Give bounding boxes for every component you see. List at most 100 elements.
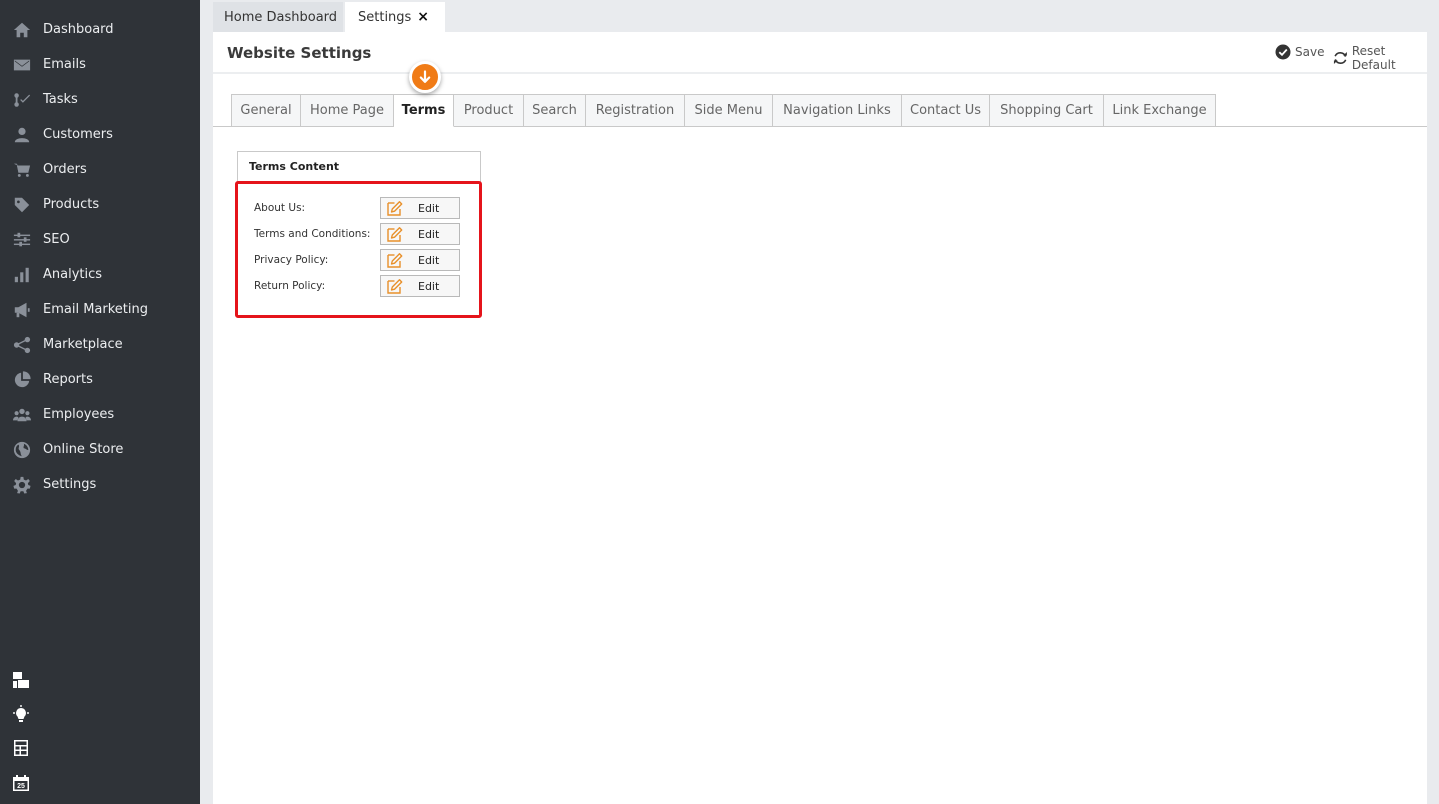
sidebar-item-analytics[interactable]: Analytics	[0, 257, 200, 292]
sidebar-item-label: Online Store	[43, 442, 124, 457]
tab-label: General	[240, 103, 292, 118]
sidebar-item-employees[interactable]: Employees	[0, 397, 200, 432]
edit-pencil-icon	[387, 227, 403, 242]
terms-content-box: Terms Content	[237, 151, 481, 185]
term-row-terms-and-conditions: Terms and Conditions: Edit	[254, 223, 464, 245]
sidebar-item-email-marketing[interactable]: Email Marketing	[0, 292, 200, 327]
tab-contact-us[interactable]: Contact Us	[902, 94, 990, 127]
settings-panel: Website Settings Save Reset Default Gene…	[213, 32, 1427, 804]
save-button[interactable]: Save	[1275, 44, 1324, 60]
sidebar-item-tasks[interactable]: Tasks	[0, 82, 200, 117]
windows-icon[interactable]	[12, 671, 30, 689]
edit-pencil-icon	[387, 201, 403, 216]
sidebar-item-label: Customers	[43, 127, 113, 142]
sidebar-item-seo[interactable]: SEO	[0, 222, 200, 257]
tab-label: Registration	[595, 103, 675, 118]
term-label: About Us:	[254, 202, 306, 214]
term-label: Terms and Conditions:	[254, 228, 371, 240]
save-label: Save	[1295, 45, 1325, 59]
calculator-icon[interactable]	[12, 739, 30, 757]
sidebar-item-label: Orders	[43, 162, 87, 177]
sidebar-item-label: Tasks	[43, 92, 78, 107]
sidebar: Dashboard Emails Tasks Customers Orders …	[0, 0, 200, 804]
panel-header: Website Settings Save Reset Default	[213, 32, 1427, 74]
reset-default-button[interactable]: Reset Default	[1333, 44, 1427, 72]
sidebar-item-label: Reports	[43, 372, 93, 387]
page-title: Website Settings	[227, 44, 372, 62]
edit-pencil-icon	[387, 253, 403, 268]
bar-chart-icon	[12, 265, 32, 285]
sidebar-item-label: Email Marketing	[43, 302, 148, 317]
sidebar-item-dashboard[interactable]: Dashboard	[0, 12, 200, 47]
sidebar-item-reports[interactable]: Reports	[0, 362, 200, 397]
tab-label: Side Menu	[694, 103, 763, 118]
tab-home-dashboard[interactable]: Home Dashboard	[213, 2, 343, 32]
users-icon	[12, 405, 32, 425]
term-label: Privacy Policy:	[254, 254, 329, 266]
tab-link-exchange[interactable]: Link Exchange	[1104, 94, 1216, 127]
arrow-down-icon	[409, 61, 441, 93]
tab-label: Shopping Cart	[1000, 103, 1093, 118]
check-circle-icon	[1275, 44, 1291, 60]
edit-about-us-button[interactable]: Edit	[380, 197, 460, 219]
globe-icon	[12, 440, 32, 460]
reset-default-label: Reset Default	[1351, 44, 1396, 72]
sidebar-item-customers[interactable]: Customers	[0, 117, 200, 152]
cart-icon	[12, 160, 32, 180]
edit-label: Edit	[418, 202, 440, 215]
sidebar-item-label: Settings	[43, 477, 97, 492]
edit-terms-and-conditions-button[interactable]: Edit	[380, 223, 460, 245]
tab-registration[interactable]: Registration	[586, 94, 685, 127]
tab-navigation-links[interactable]: Navigation Links	[773, 94, 902, 127]
edit-privacy-policy-button[interactable]: Edit	[380, 249, 460, 271]
terms-content-title: Terms Content	[249, 160, 340, 173]
sidebar-item-label: Products	[43, 197, 100, 212]
sliders-icon	[12, 230, 32, 250]
calendar-icon[interactable]: 25	[12, 774, 30, 792]
tab-label: Navigation Links	[783, 103, 891, 118]
sidebar-item-label: Analytics	[43, 267, 103, 282]
term-row-about-us: About Us: Edit	[254, 197, 464, 219]
edit-return-policy-button[interactable]: Edit	[380, 275, 460, 297]
sidebar-item-emails[interactable]: Emails	[0, 47, 200, 82]
tab-terms[interactable]: Terms	[394, 94, 454, 127]
pie-chart-icon	[12, 370, 32, 390]
tab-label: Link Exchange	[1112, 103, 1207, 118]
home-icon	[12, 20, 32, 40]
tab-home-page[interactable]: Home Page	[301, 94, 394, 127]
sidebar-item-orders[interactable]: Orders	[0, 152, 200, 187]
sidebar-item-label: Marketplace	[43, 337, 123, 352]
tab-general[interactable]: General	[231, 94, 301, 127]
tab-side-menu[interactable]: Side Menu	[685, 94, 773, 127]
tab-label: Search	[532, 103, 577, 118]
tab-settings[interactable]: Settings ×	[345, 2, 445, 32]
sidebar-item-label: Emails	[43, 57, 86, 72]
sidebar-item-marketplace[interactable]: Marketplace	[0, 327, 200, 362]
tab-label: Product	[463, 103, 514, 118]
sidebar-item-label: Employees	[43, 407, 115, 422]
tasks-icon	[12, 90, 32, 110]
sidebar-item-settings[interactable]: Settings	[0, 467, 200, 502]
sidebar-item-products[interactable]: Products	[0, 187, 200, 222]
tab-shopping-cart[interactable]: Shopping Cart	[990, 94, 1104, 127]
user-icon	[12, 125, 32, 145]
gear-icon	[12, 475, 32, 495]
tab-settings-label: Settings	[358, 9, 412, 25]
share-icon	[12, 335, 32, 355]
tab-label: Contact Us	[910, 103, 981, 118]
lightbulb-icon[interactable]	[12, 705, 30, 723]
sidebar-item-online-store[interactable]: Online Store	[0, 432, 200, 467]
close-icon[interactable]: ×	[417, 9, 429, 25]
edit-label: Edit	[418, 280, 440, 293]
settings-tab-strip: General Home Page Terms Product Search R…	[231, 94, 1216, 127]
sidebar-item-label: SEO	[43, 232, 70, 247]
tab-label: Home Page	[310, 103, 384, 118]
refresh-icon	[1333, 51, 1347, 65]
tab-home-dashboard-label: Home Dashboard	[224, 9, 338, 25]
tag-icon	[12, 195, 32, 215]
tab-search[interactable]: Search	[524, 94, 586, 127]
tab-product[interactable]: Product	[454, 94, 524, 127]
edit-pencil-icon	[387, 279, 403, 294]
term-row-privacy-policy: Privacy Policy: Edit	[254, 249, 464, 271]
megaphone-icon	[12, 300, 32, 320]
